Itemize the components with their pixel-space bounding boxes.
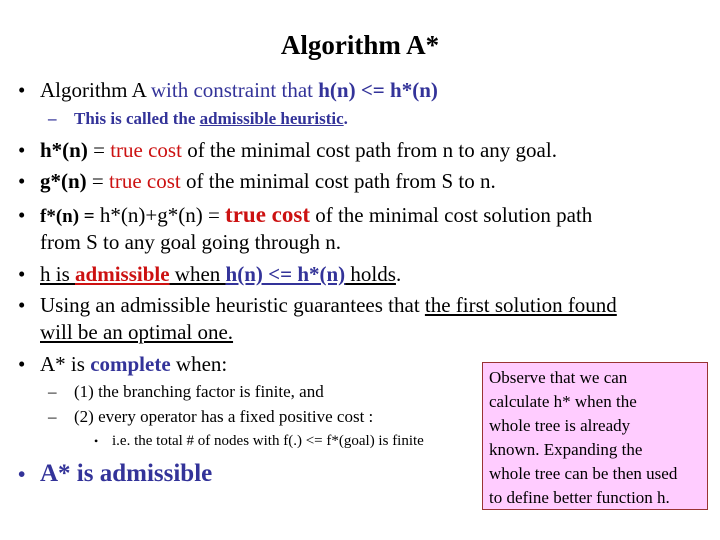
- text: =: [86, 169, 110, 193]
- bullet-icon: •: [18, 169, 26, 193]
- bullet-icon: •: [18, 138, 26, 162]
- dash-icon: –: [48, 407, 57, 426]
- text: .: [395, 262, 402, 286]
- formula: h(n) <= h*(n): [318, 78, 438, 102]
- text: of the minimal cost solution path: [309, 203, 593, 227]
- bullet-h-star: • h*(n) = true cost of the minimal cost p…: [18, 138, 557, 163]
- text: holds: [345, 262, 396, 286]
- highlight: true cost: [110, 138, 182, 162]
- text: Using an admissible heuristic guarantees…: [40, 293, 425, 317]
- bullet-h-admissible: • h is admissible when h(n) <= h*(n) hold…: [18, 262, 401, 287]
- bullet-admissible-guarantee-continuation: will be an optimal one.: [40, 320, 234, 344]
- note-line: to define better function h.: [489, 488, 670, 507]
- bullet-a-star-admissible: • A* is admissible: [18, 460, 212, 488]
- term: admissible heuristic: [199, 109, 344, 128]
- text: of the minimal cost path from S to n.: [180, 169, 496, 193]
- bullet-icon: •: [18, 293, 26, 317]
- bullet-f-star-continuation: from S to any goal going through n.: [40, 230, 341, 254]
- bullet-icon: •: [18, 462, 26, 486]
- bullet-admissible-guarantee: • Using an admissible heuristic guarantee…: [18, 293, 617, 318]
- note-line: whole tree is already: [489, 416, 631, 435]
- highlight: true cost: [225, 202, 310, 227]
- term: h*(n): [40, 138, 88, 162]
- text: .: [343, 109, 348, 128]
- note-line: Observe that we can: [489, 368, 628, 387]
- bullet-icon: •: [18, 262, 26, 286]
- note-line: calculate h* when the: [489, 392, 637, 411]
- bullet-icon: •: [18, 352, 26, 376]
- subsub-total-nodes: • i.e. the total # of nodes with f(.) <= …: [94, 433, 424, 450]
- bullet-icon: •: [18, 78, 26, 102]
- bullet-icon: •: [94, 434, 99, 448]
- bullet-f-star: • f*(n) = h*(n)+g*(n) = true cost of the …: [18, 202, 592, 228]
- text: the first solution found: [424, 293, 617, 317]
- text: when:: [170, 352, 228, 376]
- term: f*(n) =: [40, 206, 95, 227]
- text: This is called the: [74, 109, 200, 128]
- bullet-a-star-complete: • A* is complete when:: [18, 352, 227, 377]
- note-box: Observe that we can calculate h* when th…: [482, 362, 708, 510]
- text: (1) the branching factor is finite, and: [74, 382, 324, 401]
- bullet-g-star: • g*(n) = true cost of the minimal cost p…: [18, 169, 496, 194]
- formula: h(n) <= h*(n): [225, 262, 346, 286]
- text: when: [169, 262, 226, 286]
- text: Algorithm A: [40, 78, 146, 102]
- term: g*(n): [40, 169, 87, 193]
- slide-title: Algorithm A*: [280, 30, 440, 60]
- text: with constraint that: [145, 78, 319, 102]
- note-line: known. Expanding the: [489, 440, 643, 459]
- text: =: [87, 138, 111, 162]
- text: A* is: [40, 352, 91, 376]
- bullet-algorithm-a: • Algorithm A with constraint that h(n) <…: [18, 78, 438, 103]
- bullet-icon: •: [18, 203, 26, 227]
- text: i.e. the total # of nodes with f(.) <= f…: [112, 433, 424, 449]
- text: of the minimal cost path from n to any g…: [181, 138, 557, 162]
- sub-admissible-heuristic: – This is called the admissible heuristic…: [48, 109, 348, 129]
- text: h*(n)+g*(n) =: [94, 203, 226, 227]
- sub-branching-factor: – (1) the branching factor is finite, and: [48, 382, 324, 402]
- sub-operator-cost: – (2) every operator has a fixed positive…: [48, 407, 373, 427]
- note-line: whole tree can be then used: [489, 464, 678, 483]
- highlight: true cost: [109, 169, 181, 193]
- text: (2) every operator has a fixed positive …: [74, 407, 374, 426]
- dash-icon: –: [48, 109, 57, 128]
- text: A* is admissible: [40, 460, 213, 487]
- term: admissible: [75, 262, 170, 286]
- term: complete: [90, 352, 171, 376]
- text: h is: [40, 262, 76, 286]
- dash-icon: –: [48, 382, 57, 401]
